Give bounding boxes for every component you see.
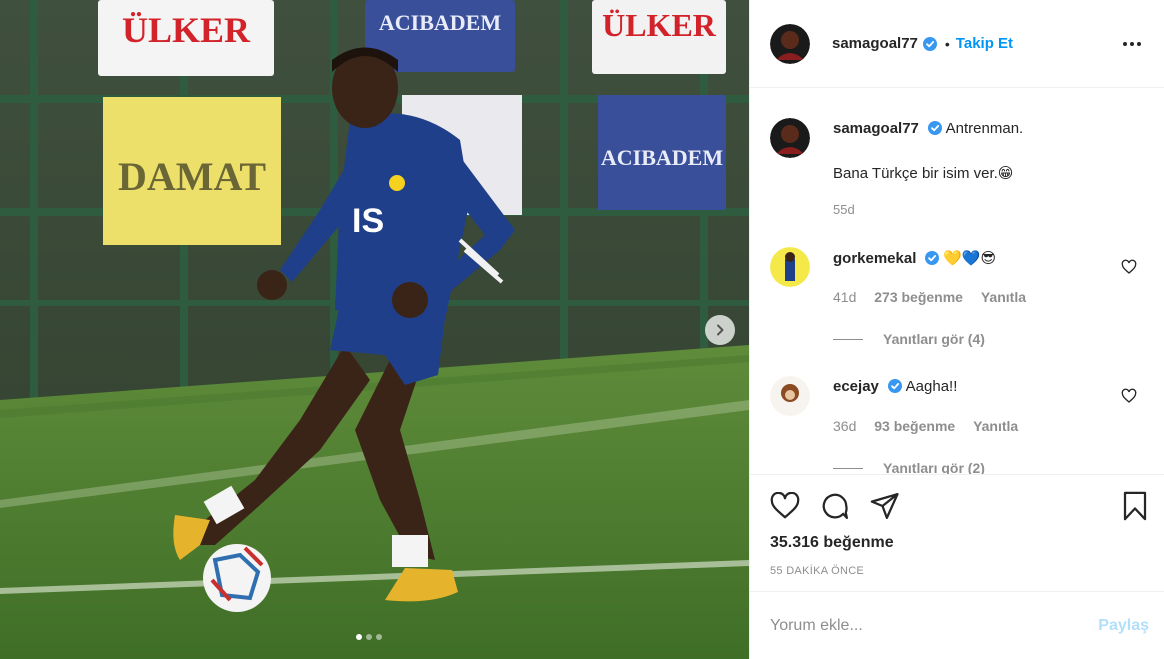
caption-age[interactable]: 55d: [833, 202, 855, 217]
comment-username[interactable]: gorkemekal: [833, 250, 916, 267]
like-comment-heart-icon[interactable]: [1121, 388, 1137, 404]
post-actions: 35.316 beğenme 55 DAKİKA ÖNCE: [750, 474, 1164, 591]
avatar[interactable]: [770, 376, 810, 416]
caption-username[interactable]: samagoal77: [833, 120, 919, 137]
comment-button[interactable]: [819, 490, 851, 522]
banner-acibadem-1-text: ACIBADEM: [379, 10, 501, 35]
comment-reply-button[interactable]: Yanıtla: [973, 418, 1018, 434]
replies-dash: [833, 467, 863, 469]
caption: samagoal77 Antrenman. Bana Türkçe bir is…: [770, 118, 1145, 228]
view-replies-label: Yanıtları gör (4): [883, 331, 985, 347]
comment-reply-button[interactable]: Yanıtla: [981, 289, 1026, 305]
comment-icon: [822, 493, 848, 519]
caption-text-line1: Antrenman.: [945, 120, 1024, 137]
view-replies-button[interactable]: Yanıtları gör (4): [833, 331, 985, 347]
carousel-dot-2: [366, 634, 372, 640]
grin-emoji: 😁: [997, 165, 1014, 182]
more-horizontal-icon: [1123, 41, 1141, 46]
comment-text: 💛💙😎: [943, 250, 997, 267]
view-replies-button[interactable]: Yanıtları gör (2): [833, 460, 985, 474]
banner-acibadem-2-text: ACIBADEM: [601, 145, 723, 170]
follow-button[interactable]: Takip Et: [956, 35, 1013, 52]
caption-text-line2: Bana Türkçe bir isim ver.: [833, 165, 998, 182]
post-photo: ÜLKER ACIBADEM ÜLKER DAMAT ACIBADEM IS: [0, 0, 749, 659]
replies-dash: [833, 338, 863, 340]
header-bullet: •: [944, 35, 950, 52]
carousel-dot-1: [356, 634, 362, 640]
share-button[interactable]: [869, 490, 901, 522]
bookmark-icon: [1123, 491, 1147, 521]
header-username[interactable]: samagoal77: [832, 35, 918, 52]
svg-text:IS: IS: [352, 202, 384, 240]
comment-likes[interactable]: 93 beğenme: [874, 418, 955, 434]
comment-age[interactable]: 36d: [833, 418, 856, 434]
likes-count[interactable]: 35.316 beğenme: [770, 534, 894, 552]
verified-badge-icon: [887, 379, 902, 393]
heart-icon: [770, 492, 800, 519]
more-options-button[interactable]: [1120, 32, 1144, 56]
banner-ulker-1-text: ÜLKER: [122, 10, 251, 50]
like-button[interactable]: [769, 490, 801, 522]
post-comment-button[interactable]: Paylaş: [1098, 617, 1149, 635]
comment-item: gorkemekal 💛💙😎 41d 273 beğenme Yanıtla Y…: [770, 247, 1145, 347]
chevron-right-icon: [717, 324, 724, 336]
add-comment-bar: Paylaş: [750, 591, 1164, 659]
avatar[interactable]: [770, 23, 810, 64]
post-side-panel: samagoal77 • Takip Et samagoal77 Antrenm…: [749, 0, 1164, 659]
post-timestamp[interactable]: 55 DAKİKA ÖNCE: [770, 565, 864, 577]
verified-badge-icon: [922, 36, 937, 51]
comment-likes[interactable]: 273 beğenme: [874, 289, 963, 305]
paper-plane-icon: [870, 493, 899, 519]
verified-badge-icon: [927, 121, 942, 135]
verified-badge-icon: [925, 251, 940, 265]
carousel-indicator: [356, 634, 382, 640]
comment-input[interactable]: [770, 616, 1099, 635]
comment-text: Aagha!!: [905, 378, 958, 395]
comments-list[interactable]: samagoal77 Antrenman. Bana Türkçe bir is…: [750, 89, 1164, 474]
like-comment-heart-icon[interactable]: [1121, 259, 1137, 275]
view-replies-label: Yanıtları gör (2): [883, 460, 985, 474]
comment-username[interactable]: ecejay: [833, 378, 879, 395]
comment-item: ecejay Aagha!! 36d 93 beğenme Yanıtla Ya…: [770, 376, 1145, 474]
banner-ulker-2-text: ÜLKER: [602, 7, 717, 43]
save-button[interactable]: [1119, 490, 1151, 522]
soccer-ball: [203, 544, 271, 612]
carousel-dot-3: [376, 634, 382, 640]
post-media[interactable]: ÜLKER ACIBADEM ÜLKER DAMAT ACIBADEM IS: [0, 0, 749, 659]
post-header: samagoal77 • Takip Et: [750, 0, 1164, 88]
comment-age[interactable]: 41d: [833, 289, 856, 305]
avatar[interactable]: [770, 247, 810, 287]
avatar[interactable]: [770, 118, 810, 158]
carousel-next-button[interactable]: [705, 315, 735, 345]
banner-damat-text: DAMAT: [118, 154, 266, 199]
